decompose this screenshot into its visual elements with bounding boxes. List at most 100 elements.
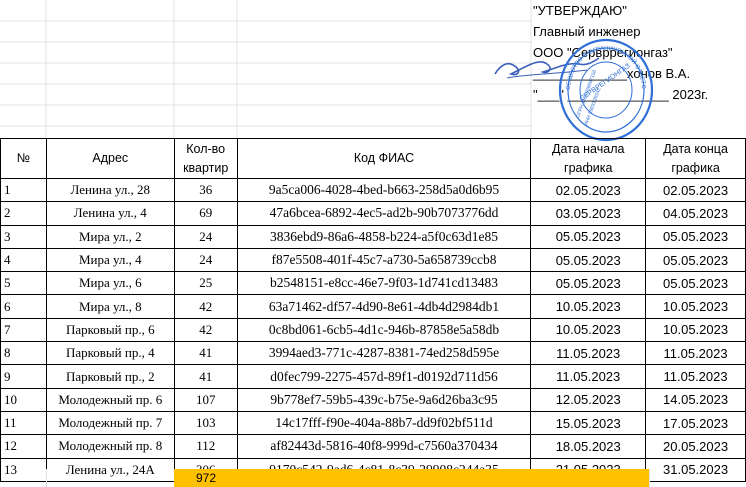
cell-address[interactable]: Молодежный пр. 8 <box>45 434 175 459</box>
cell-start[interactable]: 03.05.2023 <box>530 201 647 226</box>
cell-address[interactable]: Молодежный пр. 6 <box>45 387 175 412</box>
cell-num[interactable]: 9 <box>0 364 47 389</box>
cell-num[interactable]: 7 <box>0 317 47 343</box>
table-header-row: № Адрес Кол-во квартир Код ФИАС Дата нач… <box>0 138 746 179</box>
table-row: 5 Мира ул., 6 25 b2548151-e8cc-46e7-9f03… <box>0 271 746 296</box>
cell-address[interactable]: Парковый пр., 2 <box>45 364 175 389</box>
cell-end[interactable]: 17.05.2023 <box>645 410 746 436</box>
cell-num[interactable]: 8 <box>0 341 47 366</box>
header-end: Дата конца графика <box>645 138 746 179</box>
cell-fias[interactable]: 63a71462-df57-4d90-8e61-4db4d2984db1 <box>236 294 532 319</box>
cell-start[interactable]: 10.05.2023 <box>530 294 647 319</box>
header-start-line1: Дата начала <box>552 141 625 156</box>
table-row: 9 Парковый пр., 2 41 d0fec799-2275-457d-… <box>0 364 746 389</box>
cell-fias[interactable]: 3994aed3-771c-4287-8381-74ed258d595e <box>236 341 532 366</box>
header-address: Адрес <box>45 138 175 179</box>
company-stamp: ОБЩЕСТВО С ОГРАНИЧЕННОЙ ОТВЕТСТВЕННОСТЬЮ… <box>557 38 654 142</box>
cell-start[interactable]: 18.05.2023 <box>530 434 647 459</box>
header-qty-line2: квартир <box>183 160 229 175</box>
cell-num[interactable]: 12 <box>0 434 47 459</box>
cell-end[interactable]: 11.05.2023 <box>645 341 746 366</box>
cell-qty[interactable]: 42 <box>173 294 238 319</box>
cell-qty[interactable]: 25 <box>173 271 238 296</box>
cell-start[interactable]: 10.05.2023 <box>530 317 647 343</box>
cell-end[interactable]: 05.05.2023 <box>645 224 746 249</box>
cell-end[interactable]: 05.05.2023 <box>645 271 746 296</box>
cell-qty[interactable]: 24 <box>173 247 238 273</box>
table-row: 6 Мира ул., 8 42 63a71462-df57-4d90-8e61… <box>0 294 746 319</box>
header-start: Дата начала графика <box>530 138 647 179</box>
cell-num[interactable]: 10 <box>0 387 47 412</box>
table-row: 2 Ленина ул., 4 69 47a6bcea-6892-4ec5-ad… <box>0 201 746 226</box>
cell-end[interactable]: 20.05.2023 <box>645 434 746 459</box>
header-start-line2: графика <box>564 160 613 175</box>
cell-num[interactable]: 6 <box>0 294 47 319</box>
cell-qty[interactable]: 42 <box>173 317 238 343</box>
cell-end[interactable]: 14.05.2023 <box>645 387 746 412</box>
cell-start[interactable]: 05.05.2023 <box>530 247 647 273</box>
cell-end[interactable]: 05.05.2023 <box>645 247 746 273</box>
cell-num[interactable]: 3 <box>0 224 47 249</box>
schedule-table: № Адрес Кол-во квартир Код ФИАС Дата нач… <box>0 138 746 482</box>
cell-address[interactable]: Молодежный пр. 7 <box>45 410 175 436</box>
cell-fias[interactable]: 14c17fff-f90e-404a-88b7-dd9f02bf511d <box>236 410 532 436</box>
cell-start[interactable]: 11.05.2023 <box>530 364 647 389</box>
approval-title: "УТВЕРЖДАЮ" <box>533 3 627 18</box>
cell-num[interactable]: 1 <box>0 177 47 203</box>
header-qty-line1: Кол-во <box>186 141 226 156</box>
table-row: 7 Парковый пр., 6 42 0c8bd061-6cb5-4d1c-… <box>0 317 746 343</box>
cell-start[interactable]: 05.05.2023 <box>530 224 647 249</box>
cell-address[interactable]: Парковый пр., 4 <box>45 341 175 366</box>
cell-start[interactable]: 11.05.2023 <box>530 341 647 366</box>
cell-address[interactable]: Мира ул., 2 <box>45 224 175 249</box>
cell-num[interactable]: 4 <box>0 247 47 273</box>
cell-qty[interactable]: 69 <box>173 201 238 226</box>
cell-num[interactable]: 2 <box>0 201 47 226</box>
table-row: 3 Мира ул., 2 24 3836ebd9-86a6-4858-b224… <box>0 224 746 249</box>
cell-fias[interactable]: d0fec799-2275-457d-89f1-d0192d711d56 <box>236 364 532 389</box>
cell-fias[interactable]: f87e5508-401f-45c7-a730-5a658739ccb8 <box>236 247 532 273</box>
cell-end[interactable]: 02.05.2023 <box>645 177 746 203</box>
cell-qty[interactable]: 36 <box>173 177 238 203</box>
header-fias: Код ФИАС <box>236 138 532 179</box>
cell-end[interactable]: 04.05.2023 <box>645 201 746 226</box>
table-row: 10 Молодежный пр. 6 107 9b778ef7-59b5-43… <box>0 387 746 412</box>
cell-fias[interactable]: b2548151-e8cc-46e7-9f03-1d741cd13483 <box>236 271 532 296</box>
cell-address[interactable]: Ленина ул., 4 <box>45 201 175 226</box>
cell-qty[interactable]: 107 <box>173 387 238 412</box>
cell-fias[interactable]: 3836ebd9-86a6-4858-b224-a5f0c63d1e85 <box>236 224 532 249</box>
cell-address[interactable]: Мира ул., 8 <box>45 294 175 319</box>
cell-qty[interactable]: 103 <box>173 410 238 436</box>
cell-start[interactable]: 02.05.2023 <box>530 177 647 203</box>
cell-fias[interactable]: 47a6bcea-6892-4ec5-ad2b-90b7073776dd <box>236 201 532 226</box>
header-qty: Кол-во квартир <box>173 138 238 179</box>
cell-fias[interactable]: 0c8bd061-6cb5-4d1c-946b-87858e5a58db <box>236 317 532 343</box>
cell-num[interactable]: 11 <box>0 410 47 436</box>
gridline <box>46 469 47 487</box>
table-row: 4 Мира ул., 4 24 f87e5508-401f-45c7-a730… <box>0 247 746 273</box>
table-row: 1 Ленина ул., 28 36 9a5ca006-4028-4bed-b… <box>0 177 746 203</box>
cell-start[interactable]: 15.05.2023 <box>530 410 647 436</box>
cell-qty[interactable]: 41 <box>173 341 238 366</box>
cell-end[interactable]: 10.05.2023 <box>645 317 746 343</box>
cell-address[interactable]: Ленина ул., 28 <box>45 177 175 203</box>
cell-fias[interactable]: 9b778ef7-59b5-439c-b75e-9a6d26ba3c95 <box>236 387 532 412</box>
cell-num[interactable]: 5 <box>0 271 47 296</box>
cell-end[interactable]: 11.05.2023 <box>645 364 746 389</box>
cell-fias[interactable]: af82443d-5816-40f8-999d-c7560a370434 <box>236 434 532 459</box>
cell-qty[interactable]: 24 <box>173 224 238 249</box>
table-row: 8 Парковый пр., 4 41 3994aed3-771c-4287-… <box>0 341 746 366</box>
cell-start[interactable]: 12.05.2023 <box>530 387 647 412</box>
cell-qty[interactable]: 112 <box>173 434 238 459</box>
cell-fias[interactable]: 9a5ca006-4028-4bed-b663-258d5a0d6b95 <box>236 177 532 203</box>
cell-end[interactable]: 10.05.2023 <box>645 294 746 319</box>
cell-start[interactable]: 05.05.2023 <box>530 271 647 296</box>
cell-qty[interactable]: 41 <box>173 364 238 389</box>
cell-address[interactable]: Парковый пр., 6 <box>45 317 175 343</box>
header-num: № <box>0 138 47 179</box>
cell-address[interactable]: Мира ул., 4 <box>45 247 175 273</box>
total-quantity-cell[interactable]: 972 <box>174 469 649 487</box>
cell-address[interactable]: Мира ул., 6 <box>45 271 175 296</box>
header-end-line1: Дата конца <box>663 141 728 156</box>
table-row: 11 Молодежный пр. 7 103 14c17fff-f90e-40… <box>0 410 746 436</box>
